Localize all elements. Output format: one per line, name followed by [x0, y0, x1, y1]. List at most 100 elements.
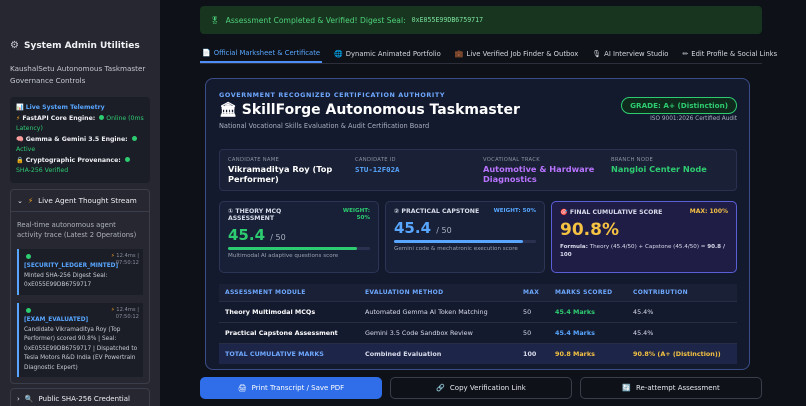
status-dot-icon — [26, 307, 31, 313]
tab-portfolio[interactable]: 🌐 Dynamic Animated Portfolio — [332, 44, 443, 63]
banner-text: Assessment Completed & Verified! Digest … — [225, 15, 406, 25]
marks-cell: 45.4 Marks — [549, 301, 627, 323]
fire-icon: ⚡ — [28, 195, 34, 205]
tab-label: Official Marksheet & Certificate — [213, 48, 321, 57]
sidebar-subtitle: KaushalSetu Autonomous Taskmaster Govern… — [10, 64, 146, 85]
op-time: 07:50:12 — [115, 313, 139, 320]
candidate-name: Vikramaditya Roy (Top Performer) — [228, 164, 333, 184]
bolt-icon: ⚡ — [16, 114, 21, 122]
practical-caption: Gemini code & mechatronic execution scor… — [394, 246, 518, 252]
tab-interview[interactable]: 🎙 AI Interview Studio — [590, 44, 670, 63]
list-item: ⚡ 12.4ms | 07:50:12 [EXAM_EVALUATED] Cand… — [17, 302, 143, 377]
tab-label: Dynamic Animated Portfolio — [345, 49, 441, 58]
certificate-card: GOVERNMENT RECOGNIZED CERTIFICATION AUTH… — [205, 78, 750, 370]
sidebar-title: ⚙ System Admin Utilities — [10, 40, 150, 51]
op-duration: 12.4ms | — [116, 252, 139, 259]
lock-icon: 🔒 — [16, 156, 24, 164]
thought-stream-description: Real-time autonomous agent activity trac… — [17, 220, 137, 240]
print-transcript-button[interactable]: 🖨 Print Transcript / Save PDF — [200, 377, 382, 399]
practical-score-card: ② PRACTICAL CAPSTONE WEIGHT: 50% 45.4 / 5… — [385, 201, 545, 273]
status-dot-icon — [99, 115, 105, 120]
theory-title: THEORY MCQ ASSESSMENT — [228, 208, 282, 222]
board-name: National Vocational Skills Evaluation & … — [219, 122, 430, 130]
branch-node-field: BRANCH NODE Nangloi Center Node — [611, 157, 731, 175]
thought-stream-heading: Live Agent Thought Stream — [38, 195, 137, 205]
marks-cell: 45.4 Marks — [549, 322, 627, 344]
contribution-cell: 90.8% (A+ (Distinction)) — [627, 343, 737, 364]
contribution-cell: 45.4% — [627, 301, 737, 323]
candidate-name-label: CANDIDATE NAME — [228, 157, 280, 163]
grade-badge: GRADE: A+ (Distinction) — [621, 97, 737, 114]
pencil-icon: ✏ — [682, 49, 689, 58]
microphone-icon: 🎙 — [592, 49, 602, 58]
main-content: 🎖 Assessment Completed & Verified! Diges… — [160, 0, 806, 406]
link-icon: 🔗 — [436, 384, 445, 392]
method-cell: Automated Gemma AI Token Matching — [359, 301, 517, 323]
column-header: MAX — [517, 284, 549, 302]
max-cell: 50 — [517, 322, 549, 344]
final-title: FINAL CUMULATIVE SCORE — [569, 209, 663, 216]
refresh-icon: 🔄 — [622, 384, 631, 392]
column-header: CONTRIBUTION — [627, 284, 737, 302]
sidebar-title-text: System Admin Utilities — [23, 40, 140, 51]
marks-cell: 90.8 Marks — [549, 343, 627, 364]
thought-stream-expander: ⌄ ⚡ Live Agent Thought Stream Real-time … — [10, 188, 150, 384]
telemetry-heading: Live System Telemetry — [25, 104, 105, 111]
medal-icon: 🎖 — [210, 15, 220, 25]
brand-title: 🏛 SkillForge Autonomous Taskmaster — [219, 102, 520, 118]
brand-text: SkillForge Autonomous Taskmaster — [241, 102, 520, 118]
op-text: Candidate Vikramaditya Roy (Top Performe… — [24, 326, 138, 371]
op-time: 07:50:12 — [115, 259, 139, 266]
reattempt-button-label: Re-attempt Assessment — [636, 384, 720, 392]
method-cell: Gemini 3.5 Code Sandbox Review — [359, 322, 517, 344]
chevron-right-icon: › — [17, 395, 20, 403]
bolt-icon: ⚡ — [110, 306, 115, 313]
bolt-icon: ⚡ — [110, 252, 115, 259]
max-cell: 50 — [517, 301, 549, 323]
module-cell: Practical Capstone Assessment — [219, 322, 359, 344]
branch-node-label: BRANCH NODE — [611, 157, 654, 163]
tab-edit-profile[interactable]: ✏ Edit Profile & Social Links — [680, 44, 779, 63]
candidate-id: STU-12F02A — [355, 165, 400, 174]
theory-caption: Multimodal AI adaptive questions score — [228, 253, 339, 259]
vocational-track-field: VOCATIONAL TRACK Automotive & Hardware D… — [483, 157, 608, 184]
tab-job-finder[interactable]: 💼 Live Verified Job Finder & Outbox — [453, 44, 580, 63]
practical-weight: WEIGHT: 50% — [493, 208, 536, 214]
candidate-name-field: CANDIDATE NAME Vikramaditya Roy (Top Per… — [228, 157, 353, 184]
column-header: MARKS SCORED — [549, 284, 627, 302]
fastapi-label: FastAPI Core Engine: — [22, 114, 96, 122]
document-icon: 📄 — [202, 48, 211, 57]
brain-icon: 🧠 — [16, 135, 24, 143]
table-row: Practical Capstone Assessment Gemini 3.5… — [219, 322, 737, 344]
theory-out-of: / 50 — [270, 233, 286, 242]
theory-weight: WEIGHT: 50% — [342, 208, 370, 221]
final-max: MAX: 100% — [689, 208, 728, 215]
crypto-label: Cryptographic Provenance: — [25, 156, 121, 164]
status-dot-icon — [131, 136, 137, 141]
printer-icon: 🖨 — [237, 384, 247, 392]
tab-marksheet[interactable]: 📄 Official Marksheet & Certificate — [200, 44, 323, 63]
sidebar: ⚙ System Admin Utilities KaushalSetu Aut… — [0, 0, 160, 406]
authority-label: GOVERNMENT RECOGNIZED CERTIFICATION AUTH… — [219, 91, 446, 99]
op-duration: 12.4ms | — [116, 306, 139, 313]
copy-link-button[interactable]: 🔗 Copy Verification Link — [390, 377, 572, 399]
final-formula: Formula: Theory (45.4/50) + Capstone (45… — [560, 243, 728, 259]
copy-button-label: Copy Verification Link — [449, 384, 526, 392]
theory-progress-bar — [228, 247, 370, 250]
practical-title: PRACTICAL CAPSTONE — [401, 208, 480, 215]
telemetry-panel: 📊 Live System Telemetry ⚡ FastAPI Core E… — [10, 97, 150, 183]
briefcase-icon: 💼 — [454, 49, 464, 58]
theory-score-card: ① THEORY MCQ ASSESSMENT WEIGHT: 50% 45.4 … — [219, 201, 379, 273]
theory-progress-fill — [228, 247, 357, 250]
public-credential-label: Public SHA-256 Credential — [38, 395, 130, 403]
public-credential-expander[interactable]: › 🔍 Public SHA-256 Credential — [10, 388, 150, 406]
thought-stream-toggle[interactable]: ⌄ ⚡ Live Agent Thought Stream — [11, 190, 149, 212]
print-button-label: Print Transcript / Save PDF — [251, 384, 345, 392]
tab-bar: 📄 Official Marksheet & Certificate 🌐 Dynam… — [200, 44, 777, 64]
module-cell: Theory Multimodal MCQs — [219, 301, 359, 323]
method-cell: Combined Evaluation — [359, 343, 517, 364]
tab-label: Edit Profile & Social Links — [691, 49, 778, 58]
digest-seal: 0xE055E99DB6759717 — [411, 16, 484, 24]
final-score: 90.8% — [560, 220, 619, 240]
reattempt-button[interactable]: 🔄 Re-attempt Assessment — [580, 377, 762, 399]
